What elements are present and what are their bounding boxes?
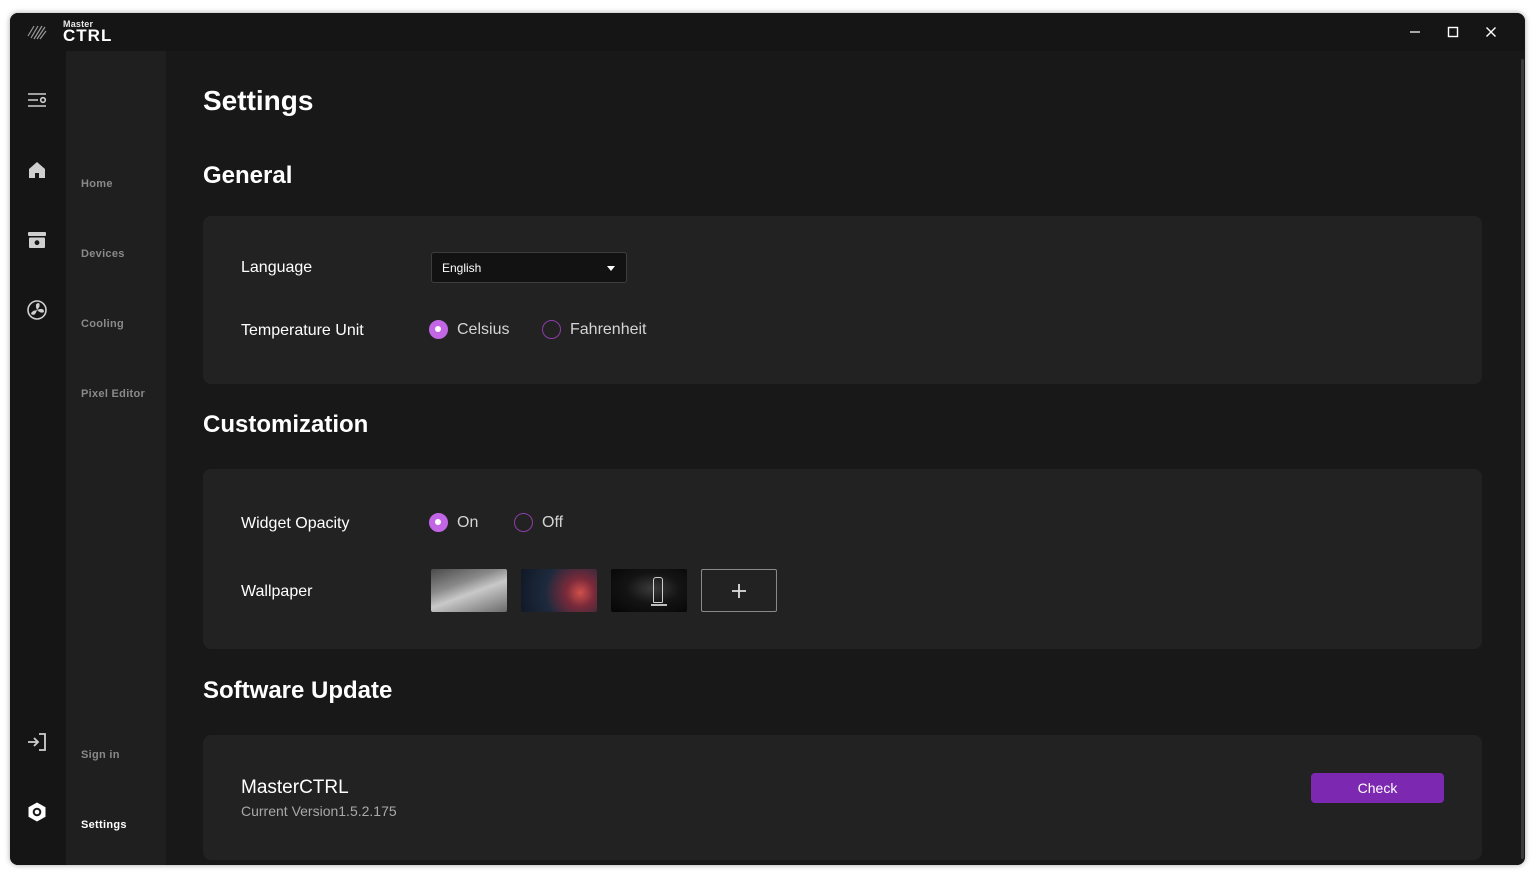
radio-celsius[interactable]: Celsius bbox=[429, 320, 509, 339]
maximize-button[interactable] bbox=[1443, 22, 1463, 42]
title-bar: Master CTRL bbox=[10, 13, 1525, 51]
radio-fahrenheit-label: Fahrenheit bbox=[570, 320, 647, 338]
logo-icon bbox=[27, 25, 47, 40]
icon-rail bbox=[10, 51, 66, 865]
page-title: Settings bbox=[203, 85, 314, 116]
widget-opacity-label: Widget Opacity bbox=[241, 515, 350, 532]
radio-unchecked-icon bbox=[514, 513, 533, 532]
sidebar-nav: Home Devices Cooling Pixel Editor Sign i… bbox=[66, 51, 166, 865]
current-version: Current Version1.5.2.175 bbox=[241, 803, 397, 819]
check-update-button[interactable]: Check bbox=[1311, 773, 1444, 803]
chevron-down-icon bbox=[607, 266, 615, 271]
scrollbar[interactable] bbox=[1521, 59, 1524, 859]
radio-opacity-on[interactable]: On bbox=[429, 513, 478, 532]
logo-text: CTRL bbox=[63, 26, 113, 45]
minimize-icon bbox=[1410, 31, 1420, 33]
app-name: MasterCTRL bbox=[241, 777, 349, 798]
sidebar-item-sign-in[interactable]: Sign in bbox=[81, 749, 120, 761]
close-button[interactable] bbox=[1481, 22, 1501, 42]
language-select[interactable]: English bbox=[431, 252, 627, 283]
radio-unchecked-icon bbox=[542, 320, 561, 339]
software-update-heading: Software Update bbox=[203, 677, 393, 704]
radio-opacity-off[interactable]: Off bbox=[514, 513, 563, 532]
fan-icon[interactable] bbox=[26, 299, 48, 321]
wallpaper-thumbnail-1[interactable] bbox=[431, 569, 507, 612]
radio-opacity-off-label: Off bbox=[542, 513, 564, 531]
sidebar-item-devices[interactable]: Devices bbox=[81, 248, 125, 260]
main-content: Settings General Language English Temper… bbox=[166, 51, 1525, 865]
sidebar-item-home[interactable]: Home bbox=[81, 178, 113, 190]
temperature-unit-label: Temperature Unit bbox=[241, 322, 364, 339]
wallpaper-label: Wallpaper bbox=[241, 583, 313, 600]
language-select-value: English bbox=[442, 261, 482, 275]
minimize-button[interactable] bbox=[1405, 22, 1425, 42]
chair-shape bbox=[653, 577, 663, 603]
language-label: Language bbox=[241, 259, 313, 276]
customization-card: Widget Opacity On Off Wallpaper bbox=[203, 469, 1482, 649]
sign-in-icon[interactable] bbox=[26, 731, 48, 753]
chair-base-shape bbox=[651, 604, 667, 606]
sidebar-item-settings[interactable]: Settings bbox=[81, 819, 127, 831]
radio-checked-icon bbox=[429, 320, 448, 339]
general-heading: General bbox=[203, 162, 293, 189]
sidebar-item-pixel-editor[interactable]: Pixel Editor bbox=[81, 388, 145, 400]
sidebar-item-cooling[interactable]: Cooling bbox=[81, 318, 124, 330]
general-card: Language English Temperature Unit Celsiu… bbox=[203, 216, 1482, 384]
home-icon[interactable] bbox=[26, 159, 48, 181]
radio-opacity-on-label: On bbox=[457, 513, 479, 531]
app-window: Master CTRL Home Devices Cooling Pixel E… bbox=[10, 13, 1525, 865]
close-icon bbox=[1486, 27, 1496, 37]
add-wallpaper-button[interactable] bbox=[701, 569, 777, 612]
wallpaper-thumbnail-2[interactable] bbox=[521, 569, 597, 612]
wallpaper-thumbnail-3[interactable] bbox=[611, 569, 687, 612]
radio-fahrenheit[interactable]: Fahrenheit bbox=[542, 320, 647, 339]
radio-celsius-label: Celsius bbox=[457, 320, 510, 338]
menu-collapse-icon[interactable] bbox=[26, 89, 48, 111]
settings-icon[interactable] bbox=[26, 801, 48, 823]
customization-heading: Customization bbox=[203, 411, 369, 438]
maximize-icon bbox=[1447, 26, 1459, 38]
plus-icon bbox=[732, 583, 746, 598]
radio-checked-icon bbox=[429, 513, 448, 532]
software-update-card: MasterCTRL Current Version1.5.2.175 Chec… bbox=[203, 735, 1482, 860]
devices-icon[interactable] bbox=[26, 229, 48, 251]
